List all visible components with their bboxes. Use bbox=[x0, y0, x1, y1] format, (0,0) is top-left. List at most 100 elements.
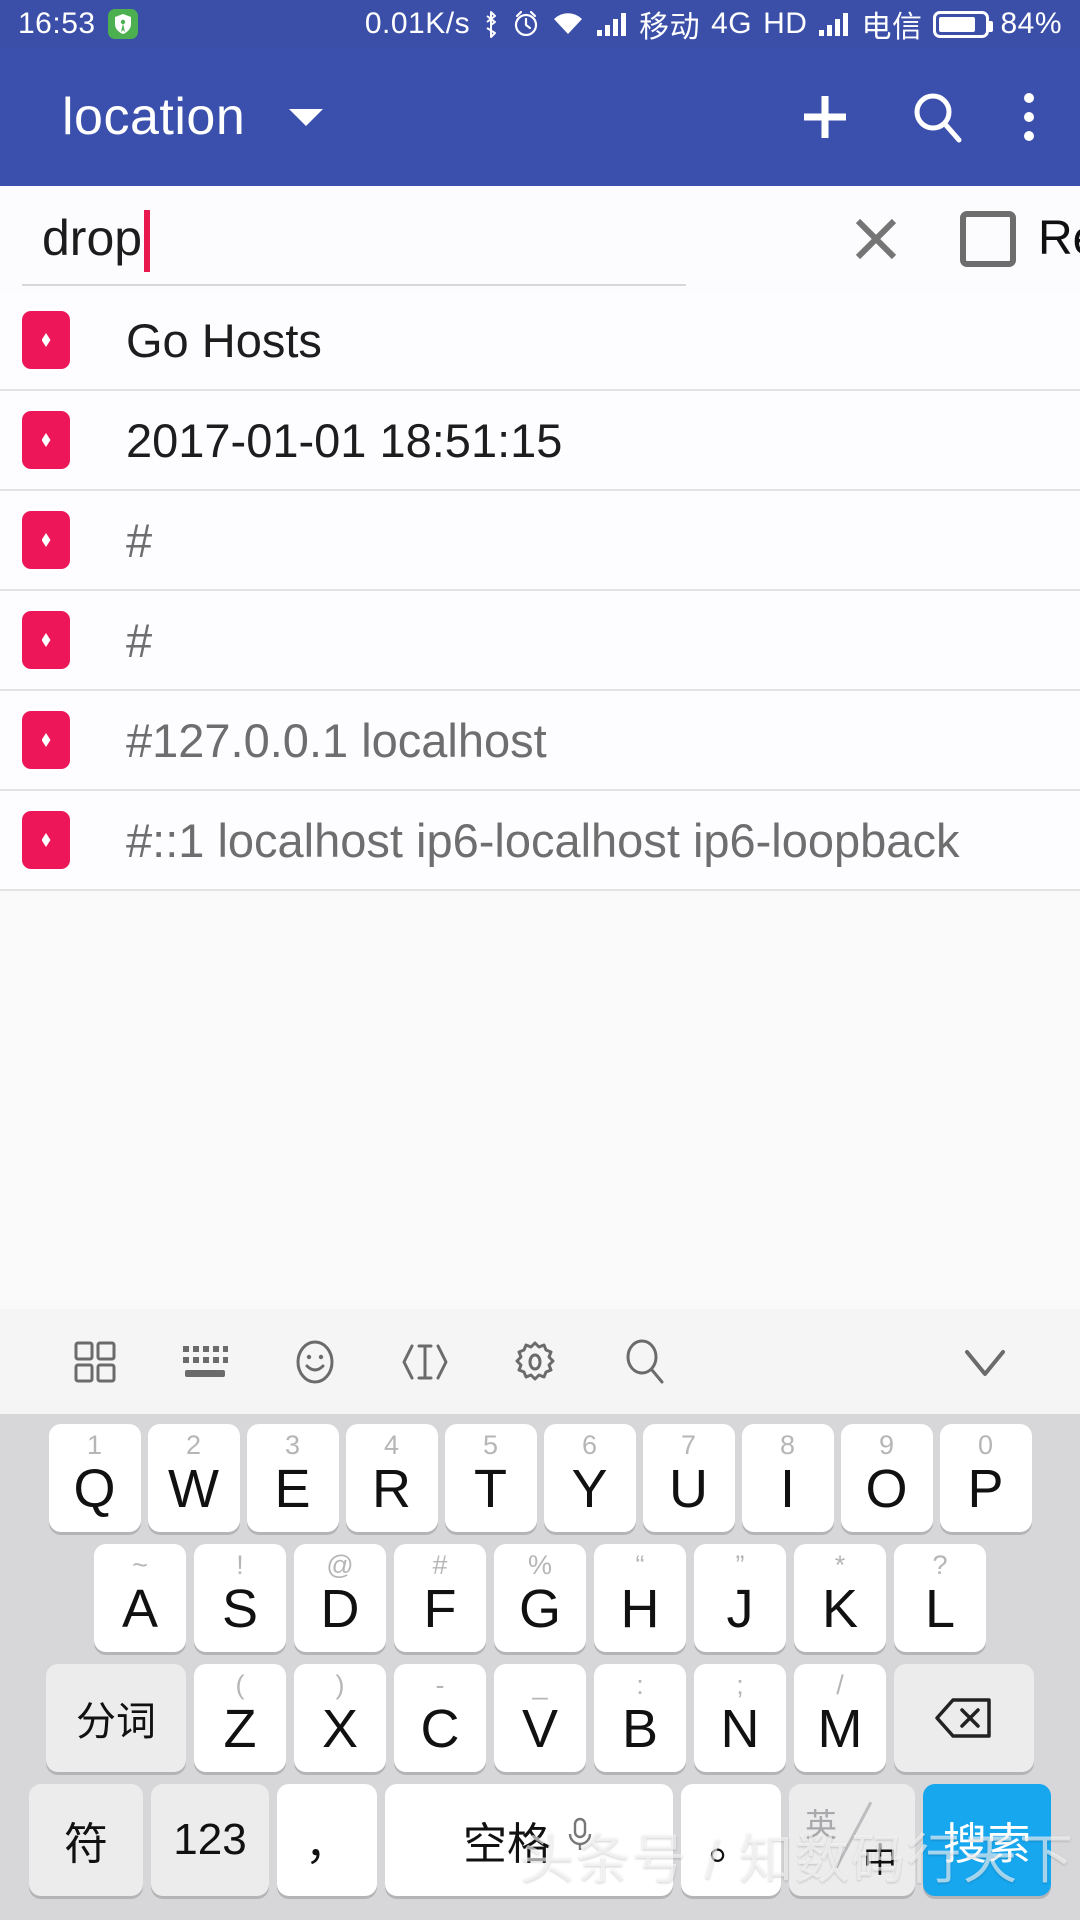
key-word-segmentation[interactable]: 分词 bbox=[46, 1664, 186, 1772]
lang-toggle-inner: 英 中 bbox=[789, 1784, 915, 1896]
more-vertical-icon[interactable] bbox=[1020, 88, 1038, 146]
table-row[interactable]: 2017-01-01 18:51:15 bbox=[0, 391, 1080, 491]
alarm-icon bbox=[512, 9, 540, 39]
table-row[interactable]: # bbox=[0, 491, 1080, 591]
grid-icon[interactable] bbox=[40, 1338, 150, 1386]
key-label: K bbox=[821, 1579, 859, 1639]
key-I[interactable]: 8I bbox=[741, 1424, 834, 1532]
key-language-toggle[interactable]: 英 中 bbox=[789, 1784, 915, 1896]
key-symbols[interactable]: 符 bbox=[29, 1784, 143, 1896]
carrier-1-label: 移动 bbox=[639, 11, 701, 44]
gear-icon[interactable] bbox=[480, 1337, 590, 1387]
key-C[interactable]: -C bbox=[394, 1664, 486, 1772]
key-sup: 7 bbox=[680, 1430, 697, 1460]
key-sup: ” bbox=[735, 1550, 745, 1580]
file-tile-icon bbox=[22, 811, 70, 869]
key-numbers[interactable]: 123 bbox=[151, 1784, 269, 1896]
keyboard-rows: 1Q 2W 3E 4R 5T 6Y 7U 8I 9O 0P ~ A ! S @ D #… bbox=[0, 1414, 1080, 1920]
key-M[interactable]: / M bbox=[794, 1664, 886, 1772]
key-label: T bbox=[474, 1459, 507, 1519]
key-sup: 8 bbox=[779, 1430, 796, 1460]
add-button[interactable] bbox=[796, 88, 854, 146]
key-G[interactable]: % G bbox=[494, 1544, 586, 1652]
microphone-icon[interactable] bbox=[565, 1815, 595, 1866]
key-label: 。 bbox=[709, 1820, 753, 1869]
key-sup: ! bbox=[236, 1550, 244, 1580]
keyboard-toolbar bbox=[0, 1309, 1080, 1414]
key-comma[interactable]: ， bbox=[277, 1784, 377, 1896]
key-H[interactable]: “H bbox=[594, 1544, 686, 1652]
key-label: 123 bbox=[173, 1815, 247, 1864]
key-label: U bbox=[669, 1459, 708, 1519]
signal-bars-icon-2 bbox=[818, 11, 850, 37]
key-label: N bbox=[720, 1699, 760, 1759]
key-N[interactable]: ; N bbox=[694, 1664, 786, 1772]
key-O[interactable]: 9O bbox=[840, 1424, 933, 1532]
key-label: I bbox=[779, 1459, 795, 1519]
key-sup: ; bbox=[736, 1670, 744, 1700]
regex-label: Regex bbox=[1038, 212, 1080, 265]
key-label: V bbox=[521, 1699, 559, 1759]
key-Y[interactable]: 6Y bbox=[543, 1424, 636, 1532]
regex-checkbox[interactable] bbox=[960, 210, 1016, 267]
key-label: Y bbox=[571, 1459, 608, 1519]
table-row[interactable]: #::1 localhost ip6-localhost ip6-loopbac… bbox=[0, 791, 1080, 891]
key-search-enter[interactable]: 搜索 bbox=[923, 1784, 1051, 1896]
key-F[interactable]: # F bbox=[394, 1544, 486, 1652]
search-input[interactable]: drop bbox=[28, 186, 688, 291]
status-time: 16:53 bbox=[18, 7, 96, 40]
key-P[interactable]: 0P bbox=[939, 1424, 1032, 1532]
list-item-label: # bbox=[126, 513, 153, 567]
search-input-value: drop bbox=[42, 210, 143, 266]
table-row[interactable]: Go Hosts bbox=[0, 291, 1080, 391]
key-Q[interactable]: 1Q bbox=[48, 1424, 141, 1532]
regex-toggle[interactable]: Regex bbox=[960, 210, 1080, 267]
page-title: location bbox=[62, 88, 246, 146]
backspace-icon[interactable] bbox=[894, 1664, 1034, 1772]
key-J[interactable]: ” J bbox=[694, 1544, 786, 1652]
chevron-down-icon[interactable] bbox=[289, 108, 324, 126]
key-T[interactable]: 5T bbox=[444, 1424, 537, 1532]
key-K[interactable]: * K bbox=[794, 1544, 886, 1652]
key-E[interactable]: 3E bbox=[246, 1424, 339, 1532]
key-sup: # bbox=[432, 1550, 448, 1580]
key-S[interactable]: ! S bbox=[194, 1544, 286, 1652]
key-label: 符 bbox=[64, 1820, 108, 1869]
key-V[interactable]: _ V bbox=[494, 1664, 586, 1772]
key-space[interactable]: 空格 bbox=[385, 1784, 673, 1896]
text-cursor-icon[interactable] bbox=[370, 1338, 480, 1386]
key-space-inner: 空格 bbox=[463, 1808, 595, 1872]
wifi-icon bbox=[551, 11, 585, 37]
keyboard-icon[interactable] bbox=[150, 1340, 260, 1384]
bluetooth-icon bbox=[481, 9, 501, 39]
key-R[interactable]: 4R bbox=[345, 1424, 438, 1532]
search-button[interactable] bbox=[908, 88, 966, 146]
key-W[interactable]: 2W bbox=[147, 1424, 240, 1532]
key-sup: @ bbox=[326, 1550, 354, 1580]
key-label: M bbox=[817, 1699, 863, 1759]
key-X[interactable]: ) X bbox=[294, 1664, 386, 1772]
key-sup: 4 bbox=[383, 1430, 400, 1460]
chevron-down-icon[interactable] bbox=[930, 1342, 1040, 1382]
key-U[interactable]: 7U bbox=[642, 1424, 735, 1532]
key-period[interactable]: 。 bbox=[681, 1784, 781, 1896]
key-D[interactable]: @ D bbox=[294, 1544, 386, 1652]
table-row[interactable]: # bbox=[0, 591, 1080, 691]
file-tile-icon bbox=[22, 311, 70, 369]
key-Z[interactable]: (Z bbox=[194, 1664, 286, 1772]
key-label: H bbox=[620, 1579, 660, 1639]
search-underline bbox=[22, 284, 686, 286]
key-A[interactable]: ~ A bbox=[94, 1544, 186, 1652]
text-caret bbox=[144, 209, 151, 272]
key-B[interactable]: :B bbox=[594, 1664, 686, 1772]
key-L[interactable]: ? L bbox=[894, 1544, 986, 1652]
clear-search-button[interactable] bbox=[846, 209, 906, 269]
search-icon[interactable] bbox=[590, 1337, 700, 1387]
emoji-icon[interactable] bbox=[260, 1337, 370, 1387]
table-row[interactable]: #127.0.0.1 localhost bbox=[0, 691, 1080, 791]
status-bar-left: 16:53 bbox=[18, 7, 138, 41]
battery-icon bbox=[933, 10, 994, 38]
key-label: F bbox=[423, 1579, 457, 1639]
key-label: B bbox=[621, 1699, 659, 1759]
keyboard-row-2: ~ A ! S @ D # F % G “H ” J * K ? L bbox=[6, 1544, 1074, 1652]
